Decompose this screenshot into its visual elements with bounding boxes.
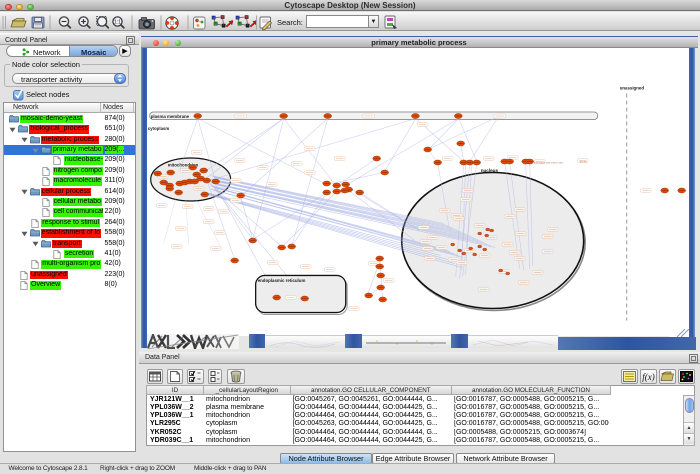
svg-text:endoplasmic reticulum: endoplasmic reticulum <box>258 277 306 282</box>
svg-text:plasma membrane: plasma membrane <box>151 114 190 119</box>
svg-text:1:1: 1:1 <box>114 20 121 26</box>
svg-text:f(x): f(x) <box>642 372 655 382</box>
svg-text:xx-xx: xx-xx <box>580 159 587 163</box>
svg-text:cytoplasm: cytoplasm <box>148 126 170 131</box>
svg-text:unassigned: unassigned <box>620 85 645 90</box>
svg-text:nucleus: nucleus <box>481 168 499 173</box>
svg-text:xxx-xxxx xxx-xxxx xxx: xxx-xxxx xxx-xxxx xxx <box>534 160 564 164</box>
